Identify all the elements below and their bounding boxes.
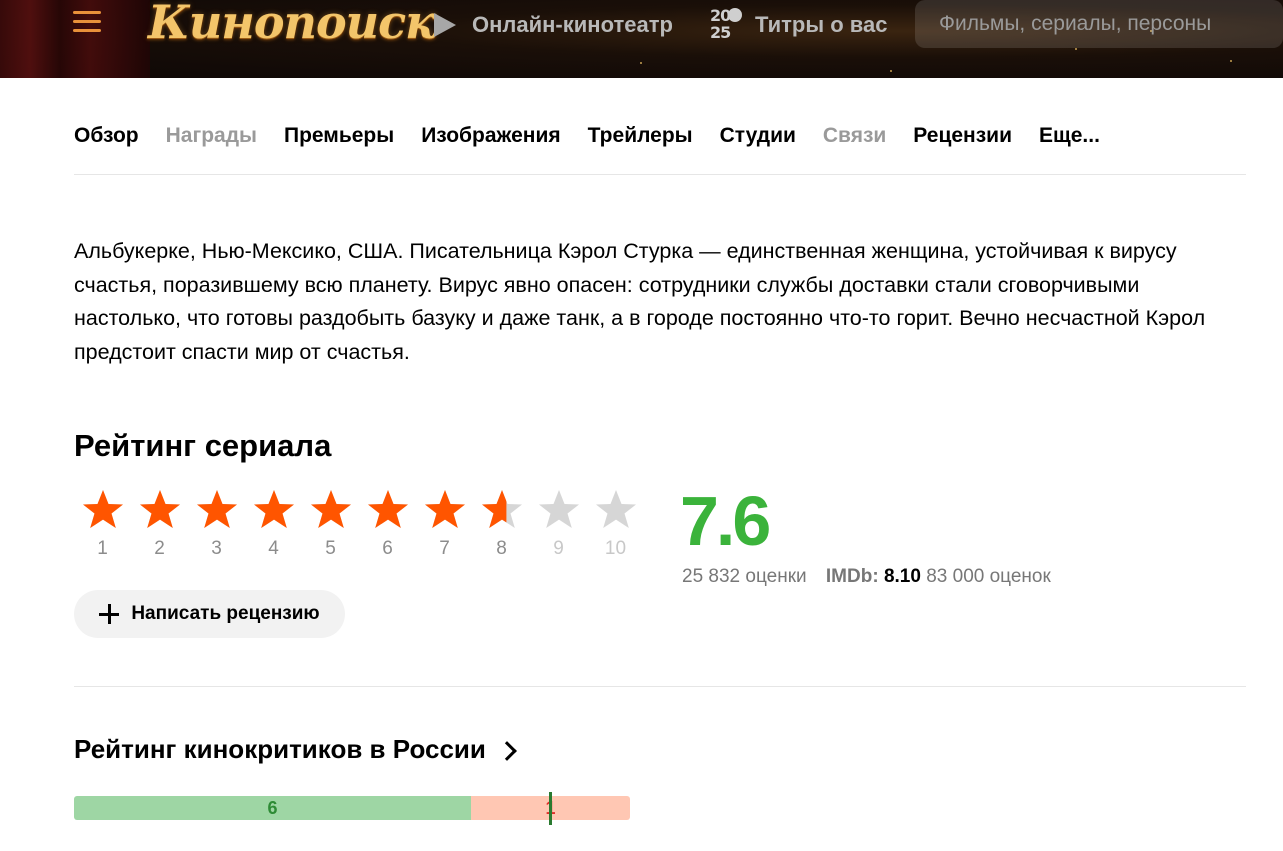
star-icon: [538, 490, 579, 528]
tab-2[interactable]: Премьеры: [284, 120, 394, 152]
tab-0[interactable]: Обзор: [74, 120, 139, 152]
tab-6[interactable]: Связи: [823, 120, 886, 152]
star-number: 10: [604, 538, 627, 559]
tab-1[interactable]: Награды: [166, 120, 257, 152]
sparkle-decoration: [1075, 48, 1077, 50]
divider: [74, 686, 1246, 687]
critics-title: Рейтинг кинокритиков в России: [74, 734, 486, 764]
star-icon: [424, 490, 465, 528]
nav-titles-about-you[interactable]: 20 25 Титры о вас: [709, 6, 888, 44]
search-input[interactable]: [915, 0, 1283, 48]
nav-online-cinema[interactable]: Онлайн-кинотеатр: [434, 10, 673, 40]
votes-count: 25 832 оценки: [682, 566, 807, 587]
tab-3[interactable]: Изображения: [421, 120, 560, 152]
badge-year-bottom: 25: [710, 23, 731, 42]
star-number: 7: [439, 538, 450, 559]
star-number: 3: [211, 538, 222, 559]
year-2025-icon: 20 25: [709, 7, 745, 43]
star-4[interactable]: 4: [245, 488, 302, 560]
write-review-label: Написать рецензию: [131, 603, 320, 624]
star-8[interactable]: 8: [473, 488, 530, 560]
section-tabs: Обзор Награды Премьеры Изображения Трейлеры С…: [74, 120, 1100, 152]
menu-icon[interactable]: [73, 11, 101, 35]
star-number: 5: [325, 538, 336, 559]
star-number: 2: [154, 538, 165, 559]
star-icon: [253, 490, 294, 528]
nav-titles-label: Титры о вас: [755, 12, 888, 37]
rating-meta: 25 832 оценки IMDb: 8.10 83 000 оценок: [682, 566, 1051, 588]
star-2[interactable]: 2: [131, 488, 188, 560]
star-number: 6: [382, 538, 393, 559]
site-header: Кинопоиск Онлайн-кинотеатр 20 25 Титры о…: [0, 0, 1283, 78]
star-number: 4: [268, 538, 279, 559]
rating-title: Рейтинг сериала: [74, 428, 332, 463]
imdb-label: IMDb:: [825, 566, 879, 587]
positive-reviews-bar: 6: [74, 796, 471, 820]
nav-online-label: Онлайн-кинотеатр: [472, 12, 673, 37]
tab-7[interactable]: Рецензии: [913, 120, 1012, 152]
tab-5[interactable]: Студии: [720, 120, 796, 152]
star-1[interactable]: 1: [74, 488, 131, 560]
sparkle-decoration: [890, 70, 892, 72]
star-number: 8: [496, 538, 507, 559]
badge-dot: [728, 8, 742, 22]
divider: [74, 174, 1246, 175]
sparkle-decoration: [1230, 60, 1232, 62]
star-icon: [139, 490, 180, 528]
series-description: Альбукерке, Нью-Мексико, США. Писательни…: [74, 239, 1206, 364]
tab-4[interactable]: Трейлеры: [588, 120, 693, 152]
write-review-button[interactable]: Написать рецензию: [74, 590, 345, 638]
star-icon: [196, 490, 237, 528]
star-10[interactable]: 10: [587, 488, 644, 560]
star-3[interactable]: 3: [188, 488, 245, 560]
plus-icon: [99, 604, 120, 624]
critics-rating-bar: 6 1: [74, 796, 630, 820]
star-icon: [310, 490, 351, 528]
star-icon: [82, 490, 123, 528]
star-6[interactable]: 6: [359, 488, 416, 560]
star-icon: [367, 490, 408, 528]
search-box[interactable]: [915, 0, 1283, 48]
star-rating: 1 2 3 4 5 6 7 8 9 10: [74, 488, 644, 560]
play-icon: [434, 13, 456, 37]
imdb-votes: 83 000 оценок: [926, 566, 1051, 587]
star-icon: [481, 490, 522, 528]
rating-value: 7.6: [680, 482, 771, 560]
chevron-right-icon: [496, 740, 517, 761]
star-9[interactable]: 9: [530, 488, 587, 560]
star-icon: [595, 490, 636, 528]
tab-8[interactable]: Еще...: [1039, 120, 1100, 152]
bar-divider: [549, 792, 552, 825]
star-number: 1: [97, 538, 108, 559]
star-7[interactable]: 7: [416, 488, 473, 560]
critics-rating-link[interactable]: Рейтинг кинокритиков в России: [74, 734, 517, 765]
kinopoisk-logo[interactable]: Кинопоиск: [148, 0, 436, 50]
sparkle-decoration: [640, 62, 642, 64]
imdb-value: 8.10: [883, 566, 921, 587]
star-5[interactable]: 5: [302, 488, 359, 560]
star-number: 9: [553, 538, 564, 559]
